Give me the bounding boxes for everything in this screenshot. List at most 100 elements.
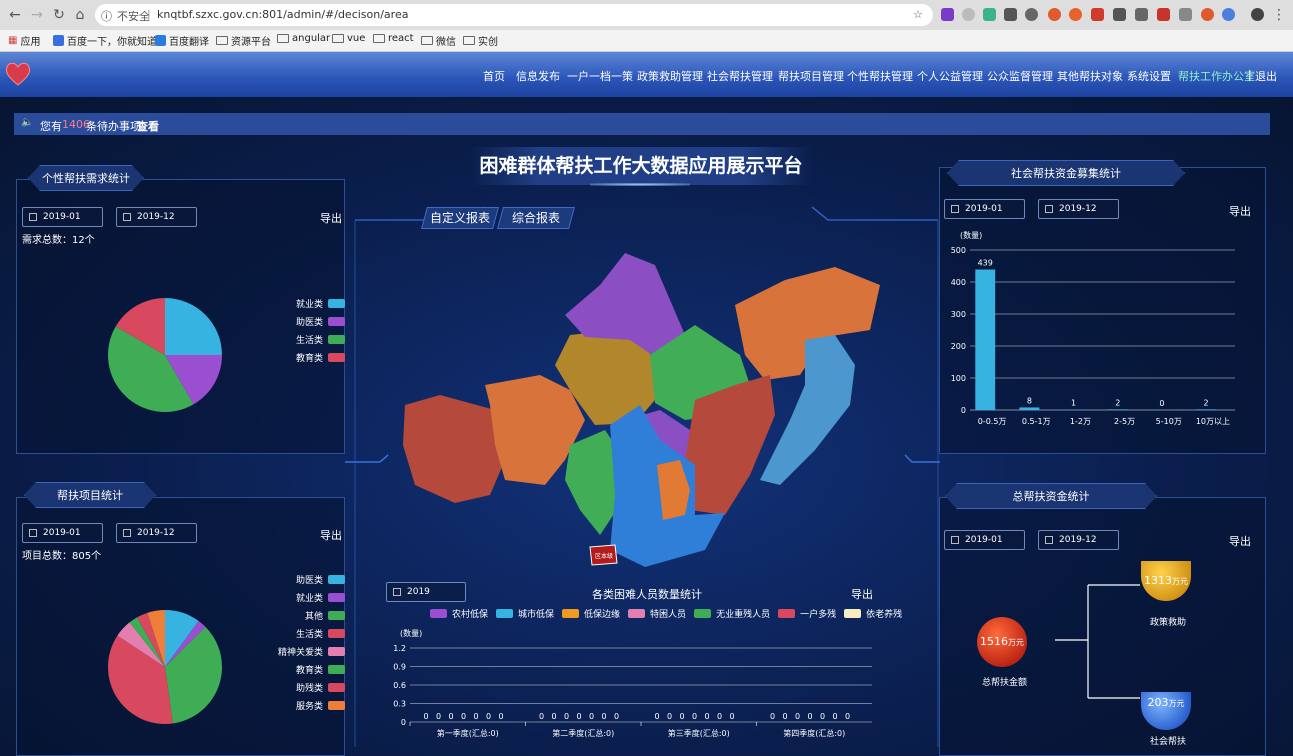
logo-heart-icon — [5, 62, 31, 86]
start-date-picker[interactable]: 2019-01 — [944, 199, 1025, 219]
export-button[interactable]: 导出 — [1229, 203, 1251, 219]
star-icon[interactable]: ☆ — [913, 8, 923, 21]
legend-item[interactable]: 城市低保 — [496, 607, 554, 620]
end-date-picker[interactable]: 2019-12 — [1038, 530, 1119, 550]
y-tick-label: 0 — [401, 718, 406, 727]
nav-item[interactable]: 政策救助管理 — [637, 68, 703, 84]
map-marker-label: 区本级 — [595, 552, 613, 560]
extension-icon[interactable] — [1113, 8, 1126, 21]
legend-item[interactable]: 其他 — [270, 609, 345, 622]
legend-item[interactable]: 生活类 — [270, 627, 345, 640]
home-icon[interactable]: ⌂ — [71, 6, 89, 24]
bookmark-folder[interactable]: 资源平台 — [216, 33, 271, 48]
extension-icon[interactable] — [1135, 8, 1148, 21]
bookmark-folder[interactable]: 微信 — [421, 33, 456, 48]
y-tick-label: 1.2 — [393, 644, 406, 653]
extension-icon[interactable] — [1179, 8, 1192, 21]
export-button[interactable]: 导出 — [1229, 533, 1251, 549]
x-tick-label: 第三季度(汇总:0) — [668, 728, 730, 738]
end-date-picker[interactable]: 2019-12 — [116, 523, 197, 543]
bar[interactable] — [1196, 409, 1217, 410]
extension-icon[interactable] — [1222, 8, 1235, 21]
nav-item[interactable]: 首页 — [483, 68, 505, 84]
bookmark-folder[interactable]: 实创 — [463, 33, 498, 48]
legend-item[interactable]: 一户多残 — [778, 607, 836, 620]
extension-icon[interactable] — [1069, 8, 1082, 21]
nav-item[interactable]: 信息发布 — [516, 68, 560, 84]
export-button[interactable]: 导出 — [320, 527, 342, 543]
forward-icon[interactable]: → — [28, 6, 46, 24]
nav-item[interactable]: 一户一档一策 — [567, 68, 633, 84]
bookmark-translate[interactable]: 百度翻译 — [155, 33, 209, 48]
legend-item[interactable]: 服务类 — [270, 699, 345, 712]
start-date-picker[interactable]: 2019-01 — [22, 523, 103, 543]
legend-swatch — [778, 609, 796, 618]
end-date-picker[interactable]: 2019-12 — [116, 207, 197, 227]
legend-item[interactable]: 就业类 — [270, 591, 345, 604]
y-tick-label: 0 — [961, 406, 966, 415]
bookmark-apps[interactable]: ▦ 应用 — [8, 33, 40, 48]
folder-icon — [373, 34, 385, 43]
legend-item[interactable]: 生活类 — [270, 333, 345, 346]
extension-icon[interactable] — [1048, 8, 1061, 21]
x-tick-label: 2-5万 — [1114, 417, 1135, 426]
export-button[interactable]: 导出 — [320, 210, 342, 226]
start-date-picker[interactable]: 2019-01 — [22, 207, 103, 227]
legend-item[interactable]: 助残类 — [270, 681, 345, 694]
profile-avatar[interactable] — [1251, 8, 1264, 21]
legend-item[interactable]: 教育类 — [270, 351, 345, 364]
legend-item[interactable]: 就业类 — [270, 297, 345, 310]
browser-menu-icon[interactable]: ⋮ — [1270, 6, 1288, 24]
extension-icon[interactable] — [1004, 8, 1017, 21]
reload-icon[interactable]: ↻ — [50, 6, 68, 24]
extension-icon[interactable] — [941, 8, 954, 21]
nav-item[interactable]: 系统设置 — [1127, 68, 1171, 84]
export-button[interactable]: 导出 — [851, 586, 873, 602]
legend-label: 助残类 — [295, 684, 323, 694]
custom-report-button[interactable]: 自定义报表 — [421, 207, 499, 229]
nav-item-office[interactable]: 帮扶工作办公室 — [1178, 68, 1255, 84]
extension-icon[interactable] — [1025, 8, 1038, 21]
extension-icon[interactable] — [1157, 8, 1170, 21]
bookmark-folder[interactable]: angular — [277, 33, 330, 44]
extension-icon[interactable] — [1091, 8, 1104, 21]
bookmark-folder[interactable]: react — [373, 33, 414, 44]
end-date-picker[interactable]: 2019-12 — [1038, 199, 1119, 219]
extension-icon[interactable] — [983, 8, 996, 21]
nav-item[interactable]: 帮扶项目管理 — [778, 68, 844, 84]
legend-item[interactable]: 低保边缘 — [562, 607, 620, 620]
extension-icon[interactable] — [962, 8, 975, 21]
y-tick-label: 100 — [951, 374, 966, 383]
legend-item[interactable]: 无业重残人员 — [694, 607, 770, 620]
start-date-picker[interactable]: 2019-01 — [944, 530, 1025, 550]
bar[interactable] — [975, 269, 996, 410]
info-icon[interactable]: ⓘ — [101, 8, 112, 24]
back-icon[interactable]: ← — [6, 6, 24, 24]
legend-item[interactable]: 特困人员 — [628, 607, 686, 620]
year-picker[interactable]: 2019 — [386, 582, 466, 602]
legend-item[interactable]: 农村低保 — [430, 607, 488, 620]
summary-report-button[interactable]: 综合报表 — [497, 207, 575, 229]
address-bar[interactable]: ⓘ 不安全 | knqtbf.szxc.gov.cn:801/admin/#/d… — [95, 4, 933, 26]
legend-item[interactable]: 助医类 — [270, 573, 345, 586]
district-map[interactable]: 区本级 — [395, 245, 895, 575]
url-text[interactable]: knqtbf.szxc.gov.cn:801/admin/#/decison/a… — [157, 8, 408, 21]
bar[interactable] — [1107, 409, 1128, 410]
bar[interactable] — [1019, 407, 1040, 410]
bookmark-baidu[interactable]: 百度一下，你就知道 — [53, 33, 157, 48]
nav-item[interactable]: 公众监督管理 — [987, 68, 1053, 84]
pie-slice[interactable] — [165, 298, 222, 355]
logout-link[interactable]: 退出 — [1255, 68, 1277, 84]
calendar-icon — [951, 536, 959, 544]
nav-item[interactable]: 个性帮扶管理 — [847, 68, 913, 84]
legend-item[interactable]: 教育类 — [270, 663, 345, 676]
extension-icon[interactable] — [1201, 8, 1214, 21]
bookmark-folder[interactable]: vue — [332, 33, 365, 44]
nav-item[interactable]: 其他帮扶对象 — [1057, 68, 1123, 84]
nav-item[interactable]: 社会帮扶管理 — [707, 68, 773, 84]
nav-item[interactable]: 个人公益管理 — [917, 68, 983, 84]
legend-item[interactable]: 依老养残 — [844, 607, 902, 620]
legend-item[interactable]: 助医类 — [270, 315, 345, 328]
notice-view-link[interactable]: 查看 — [137, 118, 159, 134]
legend-item[interactable]: 精神关爱类 — [270, 645, 345, 658]
